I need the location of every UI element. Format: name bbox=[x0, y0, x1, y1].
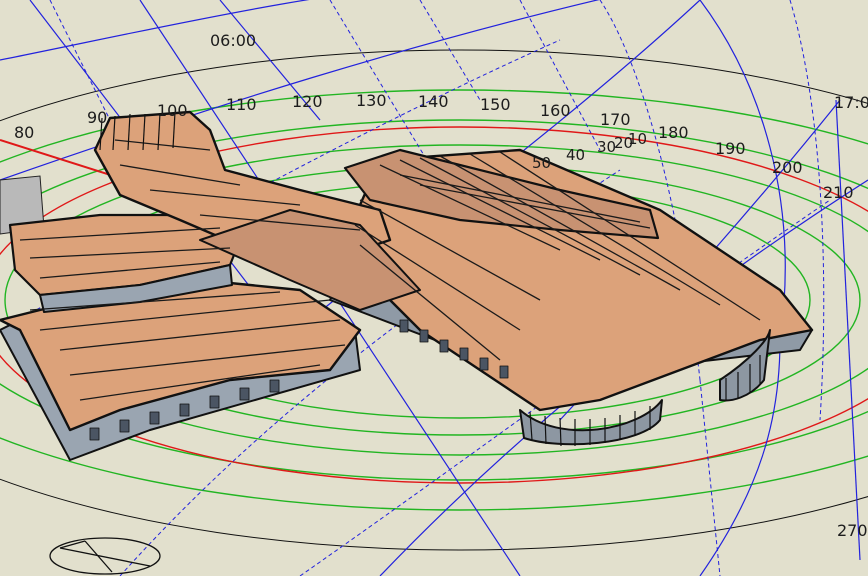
azimuth-label: 100 bbox=[157, 101, 188, 120]
time-label: 06:00 bbox=[210, 31, 256, 50]
azimuth-label: 180 bbox=[658, 123, 689, 142]
azimuth-label: 120 bbox=[292, 92, 323, 111]
azimuth-label: 130 bbox=[356, 91, 387, 110]
altitude-label: 40 bbox=[566, 146, 585, 164]
azimuth-label: 150 bbox=[480, 95, 511, 114]
altitude-label: 10 bbox=[628, 130, 647, 148]
azimuth-label: 270 bbox=[837, 521, 868, 540]
azimuth-label: 160 bbox=[540, 101, 571, 120]
azimuth-label: 140 bbox=[418, 92, 449, 111]
azimuth-label: 200 bbox=[772, 158, 803, 177]
azimuth-label: 90 bbox=[87, 108, 107, 127]
azimuth-label: 210 bbox=[823, 183, 854, 202]
sun-path-viewport[interactable]: 06:00 80 90 100 110 120 130 140 150 160 … bbox=[0, 0, 868, 576]
azimuth-label: 190 bbox=[715, 139, 746, 158]
cut-label: 17:0 bbox=[834, 93, 868, 112]
azimuth-label: 110 bbox=[226, 95, 257, 114]
altitude-label: 50 bbox=[532, 154, 551, 172]
azimuth-label: 170 bbox=[600, 110, 631, 129]
scene-canvas: 06:00 80 90 100 110 120 130 140 150 160 … bbox=[0, 0, 868, 576]
azimuth-label: 80 bbox=[14, 123, 34, 142]
